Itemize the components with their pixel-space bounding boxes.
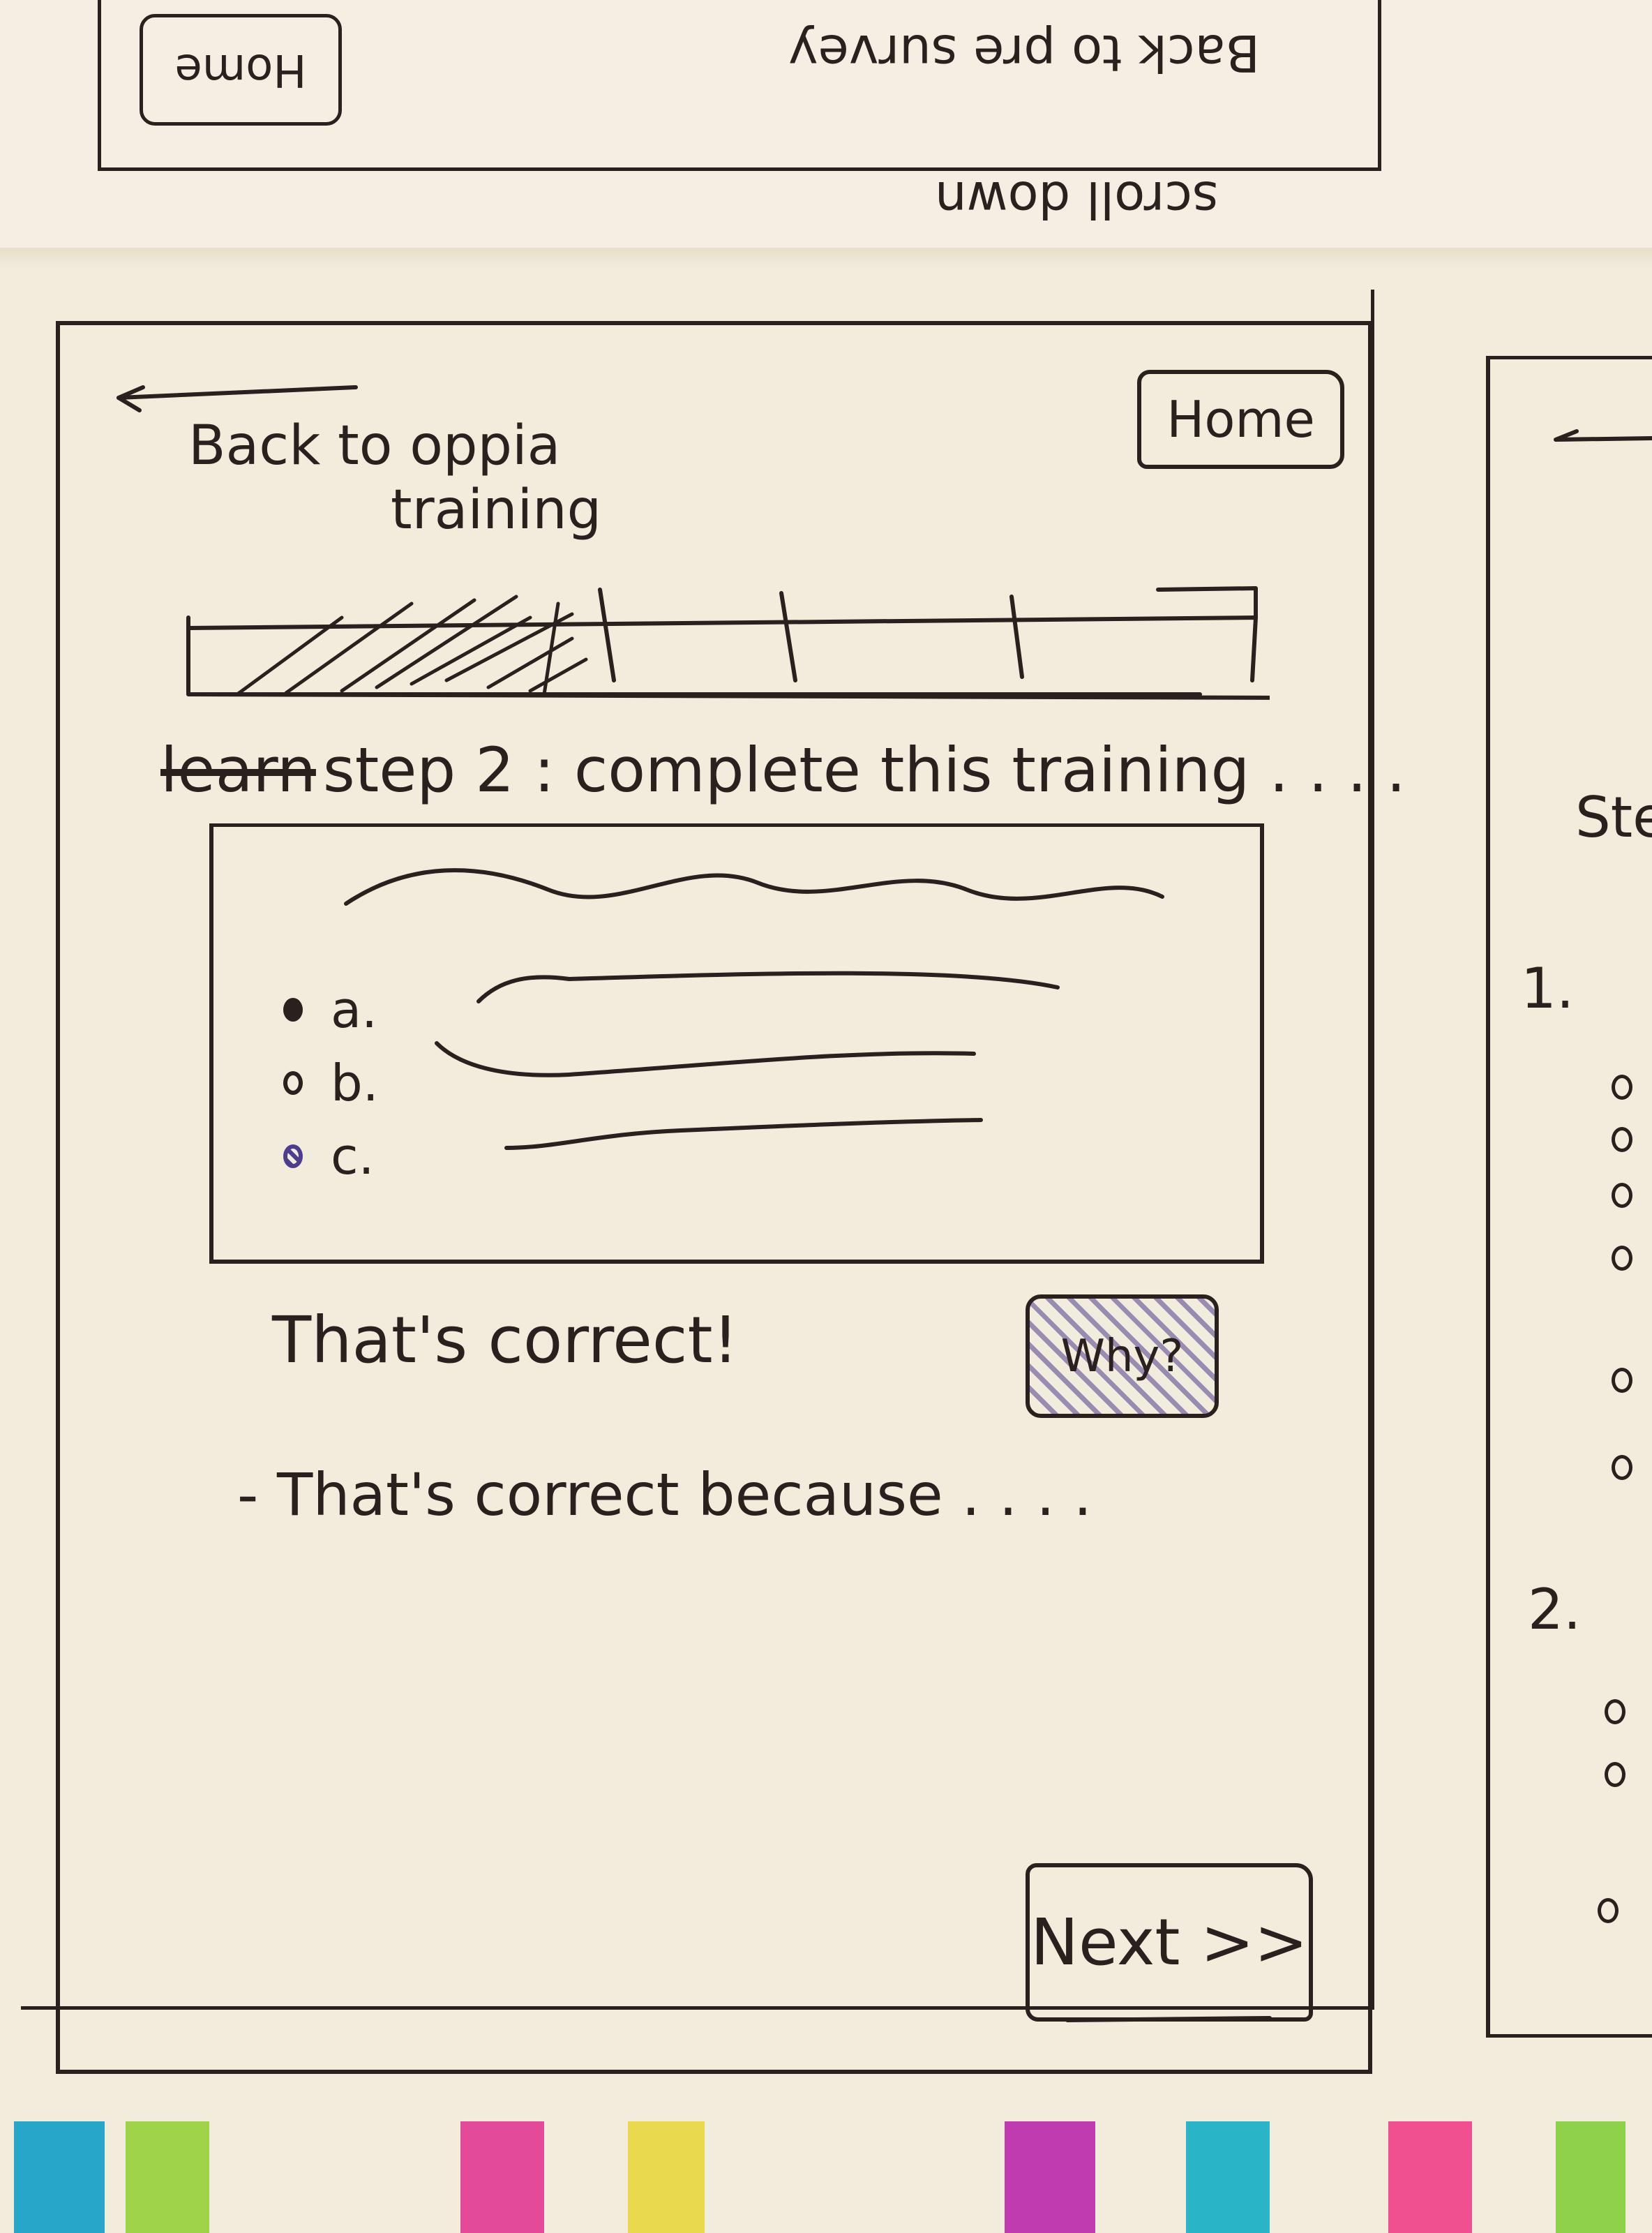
progress-tick-2 [779,591,797,682]
progress-tick-3 [1009,595,1024,679]
back-to-training-link[interactable]: Back to oppia training [188,419,601,537]
radio-b-icon[interactable] [283,1071,303,1095]
sticky-tab [14,2121,105,2233]
step-title: learn step 2 : complete this training . .… [160,740,1406,801]
option-c-text-placeholder [504,1118,983,1150]
page-seam [0,248,1652,269]
radio-a-icon[interactable] [283,998,303,1022]
next-sketch-q1: 1. [1521,956,1575,1021]
next-sketch-q2: 2. [1528,1577,1582,1642]
sticky-tab [126,2121,209,2233]
sticky-note-tabs [0,2121,1652,2233]
option-a-label: a. [331,980,378,1039]
progress-fill [235,595,588,696]
next-sketch-radio [1612,1075,1632,1100]
quiz-card: a. b. c. [209,823,1264,1264]
next-sketch-radio [1612,1368,1632,1393]
option-b-text-placeholder [435,1041,976,1077]
sticky-tab [1388,2121,1472,2233]
previous-sketch-page: Home Back to pre survey scroll down [0,0,1652,251]
sticky-tab [1005,2121,1095,2233]
sticky-tab [1186,2121,1270,2233]
option-a[interactable]: a. [283,980,377,1039]
previous-back-link: Back to pre survey [788,24,1261,82]
next-sketch-radio [1605,1699,1625,1724]
sticky-tab [628,2121,705,2233]
sticky-tab [460,2121,544,2233]
next-sketch-radio [1612,1246,1632,1271]
radio-c-icon[interactable] [283,1144,303,1168]
next-sketch-radio [1612,1455,1632,1480]
next-sketch-radio [1598,1898,1619,1923]
back-arrow-icon[interactable] [105,377,370,419]
option-a-text-placeholder [476,971,1060,1003]
back-link-line2: training [391,479,602,542]
option-b[interactable]: b. [283,1054,379,1112]
progress-tick-1 [598,588,616,682]
option-b-label: b. [331,1054,379,1112]
option-c[interactable]: c. [283,1127,374,1186]
next-sketch-arrow-icon [1554,429,1652,442]
next-underline [1065,2016,1272,2022]
sticky-tab [1556,2121,1625,2233]
previous-scroll-note: scroll down [935,170,1219,229]
next-button[interactable]: Next >> [1026,1863,1313,2022]
next-sketch-radio [1612,1127,1632,1152]
next-sketch-radio [1612,1183,1632,1208]
previous-home-button: Home [140,14,342,126]
option-c-label: c. [331,1127,375,1186]
struck-word: learn [160,734,316,806]
next-sketch-radio [1605,1762,1625,1787]
next-sketch-step: Ste [1575,785,1652,850]
home-button[interactable]: Home [1137,370,1344,469]
progress-bar [186,586,1270,700]
back-link-line1: Back to oppia [188,415,561,477]
feedback-result: That's correct! [272,1303,739,1377]
feedback-explanation: - That's correct because . . . . [237,1461,1092,1529]
step-title-text: step 2 : complete this training . . . . [322,734,1406,806]
why-button[interactable]: Why? [1026,1294,1219,1418]
question-text-placeholder [344,868,1164,906]
